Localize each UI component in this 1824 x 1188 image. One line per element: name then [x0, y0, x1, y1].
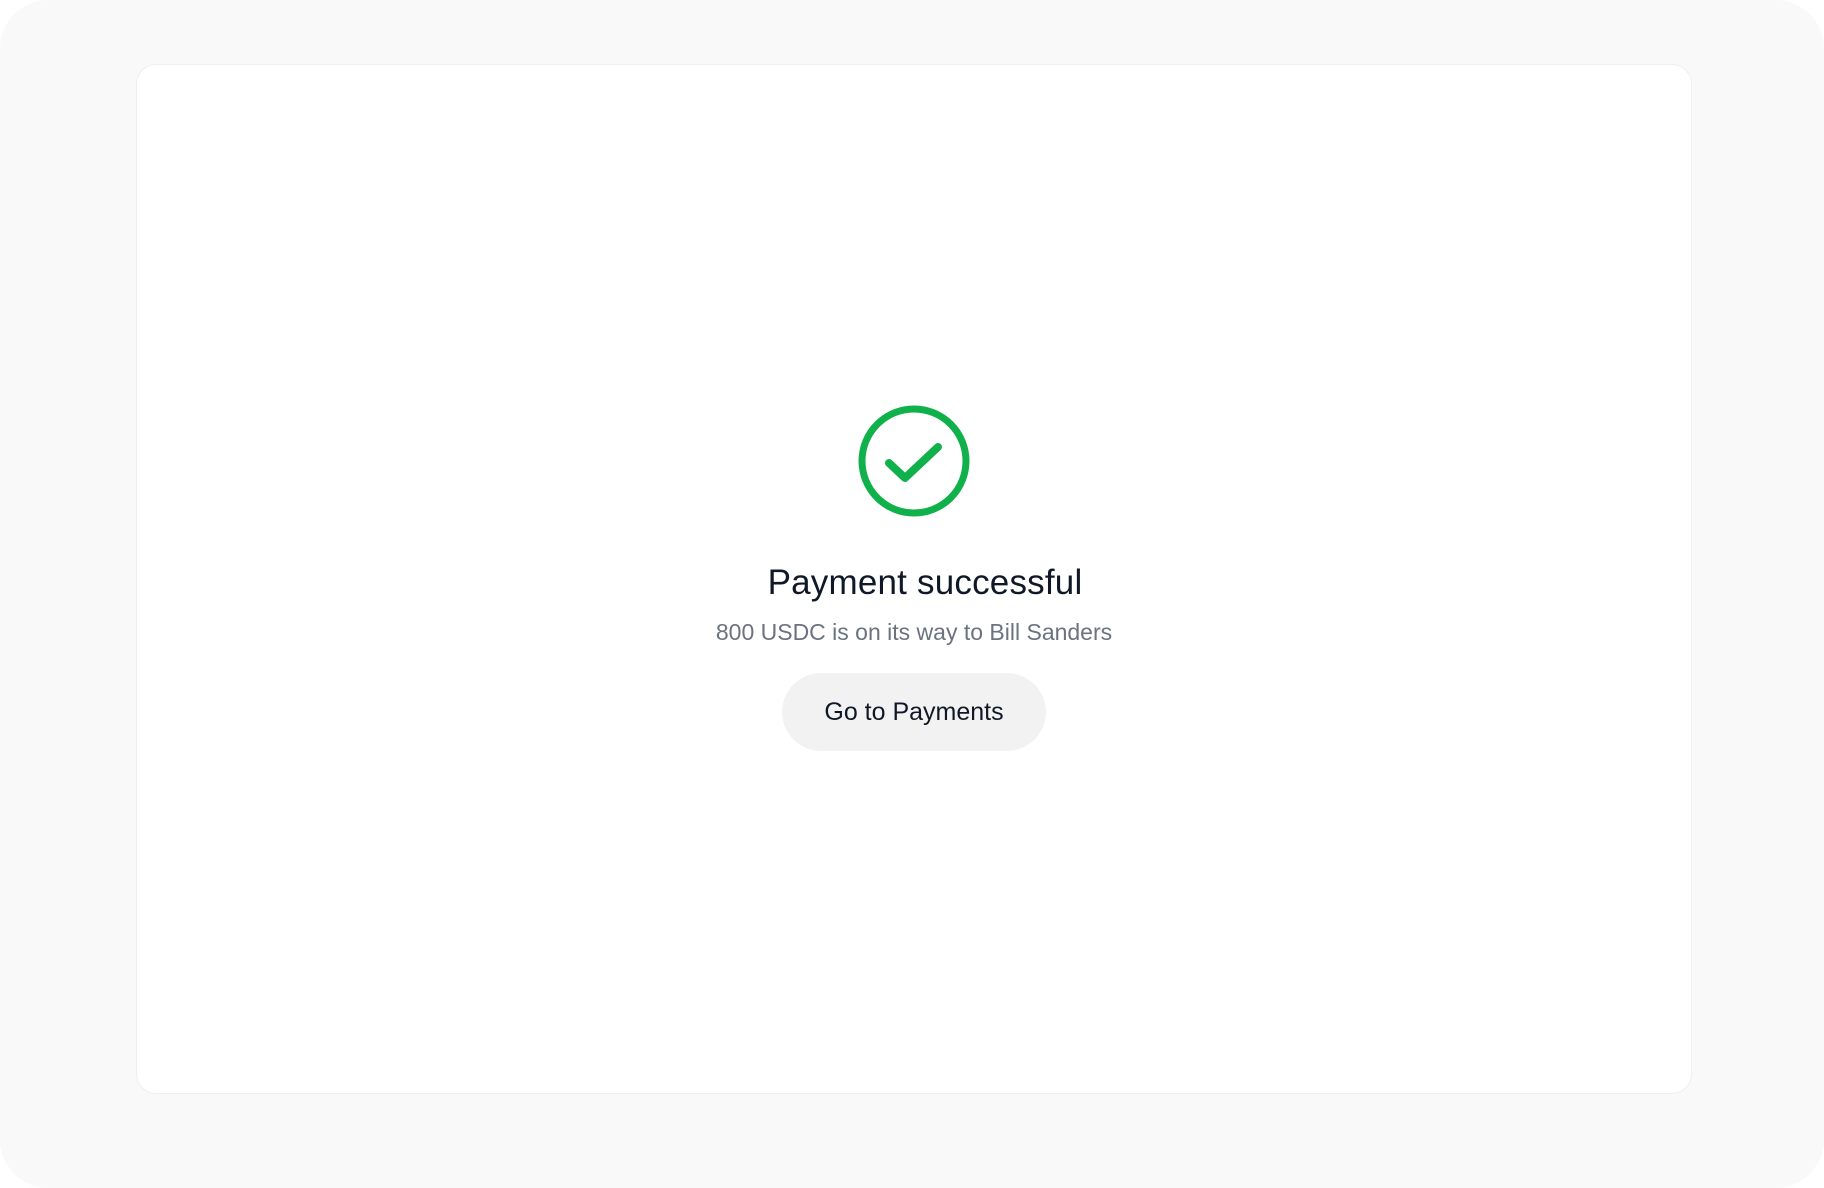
app-window: Payment successful 800 USDC is on its wa… — [0, 0, 1824, 1188]
confirmation-title: Payment successful — [767, 563, 1083, 602]
go-to-payments-button[interactable]: Go to Payments — [782, 673, 1046, 751]
confirmation-card: Payment successful 800 USDC is on its wa… — [136, 64, 1692, 1094]
confirmation-message: 800 USDC is on its way to Bill Sanders — [715, 619, 1113, 645]
confirmation-content: Payment successful 800 USDC is on its wa… — [137, 405, 1691, 751]
check-circle-icon — [858, 405, 970, 517]
